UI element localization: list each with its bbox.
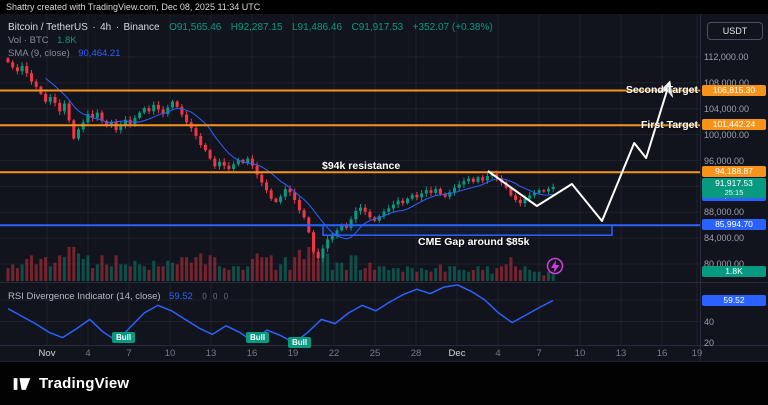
ohlc-high: H92,287.15 bbox=[231, 22, 283, 33]
pane-separator[interactable] bbox=[0, 282, 768, 283]
sma-value: 90,464.21 bbox=[78, 48, 120, 59]
sma-line bbox=[46, 78, 554, 239]
rsi-title[interactable]: RSI Divergence Indicator (14, close) bbox=[8, 291, 161, 302]
legend-separator: · bbox=[116, 22, 119, 33]
ohlc-change: +352.07 (+0.38%) bbox=[413, 22, 493, 33]
ohlc-close: C91,917.53 bbox=[351, 22, 403, 33]
attribution-bar: Shattry created with TradingView.com, De… bbox=[0, 0, 768, 14]
cme-gap-box[interactable] bbox=[323, 225, 612, 235]
tradingview-wordmark[interactable]: TradingView bbox=[39, 375, 129, 392]
ohlc-low: L91,486.46 bbox=[292, 22, 342, 33]
tradingview-snapshot: Shattry created with TradingView.com, De… bbox=[0, 0, 768, 405]
symbol-legend[interactable]: Bitcoin / TetherUS · 4h · Binance O91,56… bbox=[8, 17, 493, 35]
price-axis-border bbox=[700, 14, 701, 361]
legend-separator: · bbox=[92, 22, 95, 33]
level-lines[interactable] bbox=[0, 91, 700, 226]
tradingview-logo-icon[interactable] bbox=[12, 374, 32, 394]
timeaxis-separator bbox=[0, 345, 768, 346]
exchange-label: Binance bbox=[123, 22, 159, 33]
interval-label[interactable]: 4h bbox=[100, 22, 111, 33]
projection-arrow[interactable] bbox=[488, 88, 668, 221]
sma-legend[interactable]: SMA (9, close) 90,464.21 bbox=[8, 43, 121, 61]
currency-toggle-button[interactable]: USDT bbox=[707, 22, 763, 40]
rsi-legend[interactable]: RSI Divergence Indicator (14, close) 59.… bbox=[8, 286, 230, 304]
footer-bar: TradingView bbox=[0, 361, 768, 405]
rsi-value: 59.52 bbox=[169, 291, 193, 302]
reaction-icon[interactable] bbox=[548, 259, 563, 274]
sma-label[interactable]: SMA (9, close) bbox=[8, 48, 70, 59]
rsi-flags: 0 0 0 bbox=[202, 292, 230, 301]
ohlc-open: O91,565.46 bbox=[169, 22, 221, 33]
